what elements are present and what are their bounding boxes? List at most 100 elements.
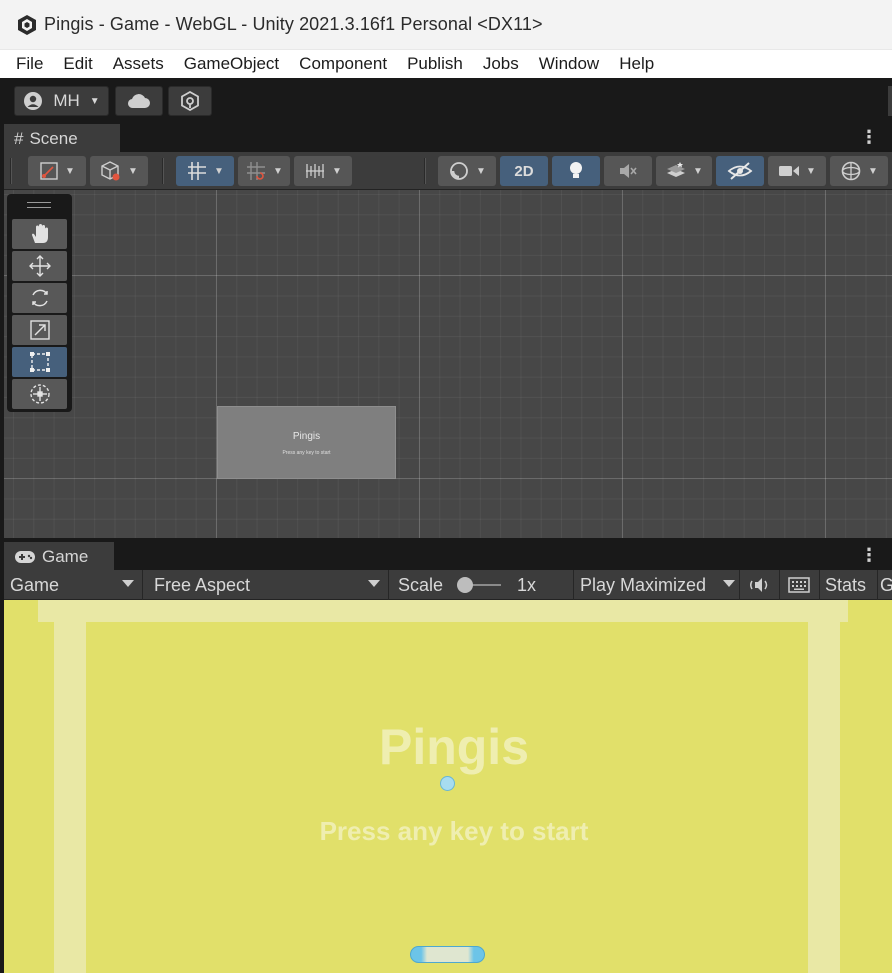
cloud-icon xyxy=(127,94,150,109)
grid-snapping-toggle[interactable]: ▼ xyxy=(176,156,234,186)
move-tool-button[interactable] xyxy=(12,251,67,281)
cloud-button[interactable] xyxy=(115,86,163,116)
menu-gameobject[interactable]: GameObject xyxy=(174,54,289,74)
aspect-dropdown[interactable]: Free Aspect xyxy=(148,570,389,600)
menu-file[interactable]: File xyxy=(6,54,53,74)
draw-mode-dropdown[interactable]: ▼ xyxy=(438,156,496,186)
chevron-down-icon: ▼ xyxy=(273,165,283,177)
menu-window[interactable]: Window xyxy=(529,54,609,74)
scene-lighting-toggle[interactable] xyxy=(552,156,600,186)
ruler-grid-icon xyxy=(306,164,325,178)
mute-audio-toggle[interactable] xyxy=(740,570,780,600)
ball xyxy=(440,776,455,791)
menu-component[interactable]: Component xyxy=(289,54,397,74)
tab-scene[interactable]: # Scene xyxy=(4,124,120,152)
display-dropdown[interactable]: Game xyxy=(4,570,143,600)
grid-major-line xyxy=(4,478,892,479)
chevron-down-icon xyxy=(368,580,380,587)
gizmos-label-partial: G xyxy=(880,574,892,595)
gizmos-toggle-partial[interactable]: G xyxy=(878,570,892,600)
scene-toolbar: ▼ ▼ ▼ ▼ ▼ ▼ 2D ▼ ▼ ▼ xyxy=(4,152,892,190)
user-circle-icon xyxy=(24,92,43,110)
shaded-sphere-icon xyxy=(450,162,468,180)
grid-major-line xyxy=(419,190,420,538)
orientation-dropdown[interactable]: ▼ xyxy=(90,156,148,186)
main-toolbar: MH ▼ xyxy=(0,78,892,124)
scale-control[interactable]: Scale 1x xyxy=(392,570,574,600)
rect-tool-button[interactable] xyxy=(12,347,67,377)
increment-snapping-button[interactable]: ▼ xyxy=(238,156,290,186)
game-start-prompt: Press any key to start xyxy=(319,816,589,846)
camera-icon xyxy=(779,166,800,176)
chevron-down-icon: ▼ xyxy=(332,165,342,177)
grid-major-line xyxy=(4,275,892,276)
scene-viewport[interactable] xyxy=(4,190,892,538)
gamepad-icon xyxy=(15,551,35,563)
gizmo-pivot-dropdown[interactable]: ▼ xyxy=(28,156,86,186)
scene-more-menu-icon[interactable]: ⋮ xyxy=(860,128,878,146)
chevron-down-icon: ▼ xyxy=(65,165,75,177)
menu-edit[interactable]: Edit xyxy=(53,54,102,74)
paddle xyxy=(410,946,485,963)
pivot-icon xyxy=(40,162,58,180)
game-title-text: Pingis xyxy=(378,719,530,775)
scale-slider[interactable] xyxy=(457,577,502,593)
menu-assets[interactable]: Assets xyxy=(103,54,174,74)
left-wall xyxy=(54,622,86,973)
rotate-tool-button[interactable] xyxy=(12,283,67,313)
transform-icon xyxy=(29,384,50,404)
layers-effects-icon xyxy=(667,162,686,177)
play-mode-dropdown[interactable]: Play Maximized xyxy=(574,570,740,600)
stats-label: Stats xyxy=(825,574,867,595)
account-dropdown[interactable]: MH ▼ xyxy=(14,86,109,116)
shortcuts-toggle[interactable] xyxy=(780,570,820,600)
unity-services-icon xyxy=(181,91,199,111)
hand-icon xyxy=(31,224,48,243)
eye-hidden-icon xyxy=(727,162,753,180)
effects-dropdown[interactable]: ▼ xyxy=(656,156,712,186)
chevron-down-icon xyxy=(723,580,735,587)
gizmos-dropdown[interactable]: ▼ xyxy=(830,156,888,186)
chevron-down-icon: ▼ xyxy=(89,95,100,107)
tab-game[interactable]: Game xyxy=(4,542,114,570)
menu-jobs[interactable]: Jobs xyxy=(473,54,529,74)
2d-mode-toggle[interactable]: 2D xyxy=(500,156,548,186)
hand-tool-button[interactable] xyxy=(12,219,67,249)
scene-canvas-subtitle: Press any key to start xyxy=(282,450,331,456)
scene-audio-toggle[interactable] xyxy=(604,156,652,186)
scale-tool-button[interactable] xyxy=(12,315,67,345)
unity-services-button[interactable] xyxy=(168,86,212,116)
lightbulb-icon xyxy=(570,162,582,178)
game-viewport[interactable]: Pingis Press any key to start xyxy=(4,600,892,973)
grid-snap-icon xyxy=(188,162,207,180)
game-toolbar: Game Free Aspect Scale 1x Play Maximized xyxy=(4,570,892,600)
transform-tool-button[interactable] xyxy=(12,379,67,409)
scale-value: 1x xyxy=(517,574,537,595)
overlay-grip-icon[interactable] xyxy=(27,202,51,208)
grid-visibility-dropdown[interactable]: ▼ xyxy=(294,156,352,186)
grid-major-line xyxy=(216,190,217,538)
toolbar-separator xyxy=(10,158,12,184)
scale-icon xyxy=(29,320,50,340)
aspect-label: Free Aspect xyxy=(154,574,251,595)
scene-tab-label: Scene xyxy=(29,129,78,148)
menu-publish[interactable]: Publish xyxy=(397,54,473,74)
toolbar-edge xyxy=(888,86,892,116)
menu-help[interactable]: Help xyxy=(609,54,664,74)
game-tab-label: Game xyxy=(42,547,89,566)
scene-canvas-title: Pingis xyxy=(292,431,321,442)
display-label: Game xyxy=(10,574,60,595)
chevron-down-icon xyxy=(122,580,134,587)
window-title: Pingis - Game - WebGL - Unity 2021.3.16f… xyxy=(44,14,543,34)
right-wall xyxy=(808,622,840,973)
scene-canvas-object[interactable]: Pingis Press any key to start xyxy=(217,406,396,479)
stats-toggle[interactable]: Stats xyxy=(820,570,878,600)
audio-mute-icon xyxy=(620,164,637,178)
grid-major-line xyxy=(622,190,623,538)
game-more-menu-icon[interactable]: ⋮ xyxy=(860,546,878,564)
scale-slider-knob[interactable] xyxy=(457,577,474,593)
camera-settings-dropdown[interactable]: ▼ xyxy=(768,156,826,186)
cube-icon xyxy=(101,161,120,181)
hidden-objects-toggle[interactable] xyxy=(716,156,764,186)
toolbar-separator xyxy=(162,158,164,184)
